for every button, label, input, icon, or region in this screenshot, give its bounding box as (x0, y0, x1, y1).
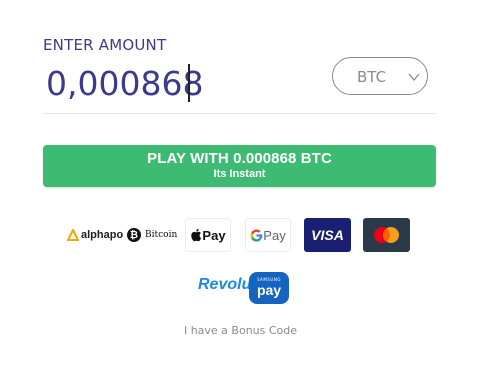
samsung-pay-text: pay (256, 282, 282, 298)
alphapo-icon (67, 229, 79, 241)
play-button[interactable]: PLAY WITH 0.000868 BTC Its Instant (43, 145, 436, 187)
visa-text: VISA (311, 227, 344, 243)
apple-pay-text: Pay (202, 227, 226, 243)
amount-input[interactable] (46, 60, 316, 106)
play-button-label: PLAY WITH 0.000868 BTC (147, 150, 332, 167)
apple-icon (191, 228, 202, 242)
bonus-code-link[interactable]: I have a Bonus Code (0, 324, 481, 337)
bitcoin-logo: ₿ Bitcoin (127, 226, 177, 244)
alphapo-logo: alphapo (67, 227, 123, 243)
mastercard-icon (374, 227, 399, 243)
currency-value: BTC (357, 68, 387, 86)
text-caret (188, 64, 190, 102)
currency-select[interactable]: BTC (332, 57, 428, 95)
divider (43, 113, 436, 114)
google-pay-logo: Pay (245, 218, 291, 252)
chevron-down-icon (408, 73, 420, 82)
mastercard-logo (363, 218, 410, 252)
alphapo-text: alphapo (81, 229, 124, 241)
samsung-pay-logo: SAMSUNG pay (249, 272, 289, 304)
play-button-sublabel: Its Instant (213, 168, 266, 180)
visa-logo: VISA (304, 218, 351, 252)
amount-label: ENTER AMOUNT (43, 36, 167, 54)
google-pay-text: Pay (263, 227, 286, 243)
bitcoin-icon: ₿ (127, 228, 141, 242)
apple-pay-logo: Pay (185, 218, 231, 252)
google-g-icon (250, 229, 263, 242)
bitcoin-text: Bitcoin (145, 230, 178, 240)
revolut-logo: Revolut (198, 276, 257, 293)
